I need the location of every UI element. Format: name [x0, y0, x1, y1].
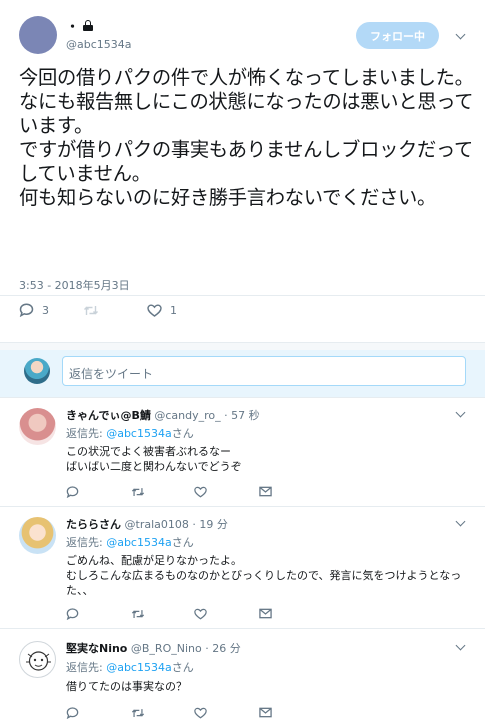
reply-to-line: 返信先: @abc1534aさん [66, 536, 194, 549]
reply-tweet[interactable]: 堅実なNino @B_RO_Nino · 26 分 返信先: @abc1534a… [0, 629, 485, 723]
reply-time[interactable]: 57 秒 [231, 409, 260, 422]
reply-text: この状況でよく被害者ぶれるなー ばいばい二度と関わんないでどうぞ [66, 445, 242, 473]
reply-handle[interactable]: @trala0108 [125, 518, 189, 531]
reply-author-avatar[interactable] [19, 641, 56, 678]
reply-display-name[interactable]: 堅実なNino [66, 642, 127, 655]
like-count: 1 [170, 303, 177, 317]
author-display-name[interactable]: ・ [66, 16, 79, 35]
reply-icon[interactable] [66, 608, 79, 620]
tweet-timestamp[interactable]: 3:53 - 2018年5月3日 [19, 277, 130, 293]
heart-icon[interactable] [194, 608, 207, 620]
lock-icon [83, 19, 94, 31]
following-button[interactable]: フォロー中 [356, 22, 439, 49]
reply-header: 堅実なNino @B_RO_Nino · 26 分 [66, 642, 241, 655]
retweet-icon [83, 304, 99, 317]
reply-text: ごめんね、配慮が足りなかったよ。 むしろこんな広まるものなのかとびっくりしたので… [66, 554, 462, 597]
tweet-text: 今回の借りパクの件で人が怖くなってしまいました。 なにも報告無しにこの状態になっ… [19, 66, 474, 209]
retweet-icon[interactable] [131, 486, 145, 498]
reply-composer: 返信をツイート [0, 350, 485, 397]
reply-display-name[interactable]: たららさん [66, 518, 121, 531]
mention-link[interactable]: @abc1534a [106, 661, 172, 674]
reply-header: きゃんでぃ@B鯖 @candy_ro_ · 57 秒 [66, 409, 260, 422]
reply-handle[interactable]: @candy_ro_ [154, 409, 220, 422]
reply-author-avatar[interactable] [19, 517, 56, 554]
mention-link[interactable]: @abc1534a [106, 427, 172, 440]
heart-icon [147, 303, 162, 317]
reply-text: 借りてたのは事実なの？ [66, 680, 187, 693]
reply-handle[interactable]: @B_RO_Nino [131, 642, 202, 655]
chevron-down-icon[interactable] [455, 642, 465, 652]
reply-author-avatar[interactable] [19, 408, 56, 445]
reply-input[interactable]: 返信をツイート [62, 356, 466, 386]
reply-time[interactable]: 26 分 [212, 642, 241, 655]
mention-link[interactable]: @abc1534a [106, 536, 172, 549]
divider [0, 295, 485, 296]
retweet-action [83, 302, 99, 318]
message-icon[interactable] [259, 608, 272, 619]
reply-to-line: 返信先: @abc1534aさん [66, 427, 194, 440]
author-handle[interactable]: @abc1534a [66, 38, 132, 51]
reply-tweet[interactable]: たららさん @trala0108 · 19 分 返信先: @abc1534aさん… [0, 507, 485, 628]
retweet-icon[interactable] [131, 608, 145, 620]
reply-time[interactable]: 19 分 [199, 518, 228, 531]
heart-icon[interactable] [194, 707, 207, 719]
like-action[interactable]: 1 [147, 302, 177, 318]
main-tweet: ・ @abc1534a フォロー中 今回の借りパクの件で人が怖くなってしまいまし… [0, 0, 485, 342]
chevron-down-icon[interactable] [455, 518, 465, 528]
reply-action[interactable]: 3 [19, 302, 49, 318]
section-gap [0, 342, 485, 350]
chevron-down-icon[interactable] [455, 31, 465, 41]
heart-icon[interactable] [194, 486, 207, 498]
reply-header: たららさん @trala0108 · 19 分 [66, 518, 228, 531]
reply-display-name[interactable]: きゃんでぃ@B鯖 [66, 409, 151, 422]
reply-to-line: 返信先: @abc1534aさん [66, 661, 194, 674]
current-user-avatar [24, 358, 50, 384]
message-icon[interactable] [259, 707, 272, 718]
chevron-down-icon[interactable] [455, 409, 465, 419]
reply-tweet[interactable]: きゃんでぃ@B鯖 @candy_ro_ · 57 秒 返信先: @abc1534… [0, 398, 485, 506]
retweet-icon[interactable] [131, 707, 145, 719]
reply-icon[interactable] [66, 707, 79, 719]
reply-icon[interactable] [66, 486, 79, 498]
message-icon[interactable] [259, 486, 272, 497]
reply-icon [19, 303, 34, 317]
reply-count: 3 [42, 303, 49, 317]
author-avatar[interactable] [19, 16, 57, 54]
author-name-row[interactable]: ・ [66, 16, 94, 35]
